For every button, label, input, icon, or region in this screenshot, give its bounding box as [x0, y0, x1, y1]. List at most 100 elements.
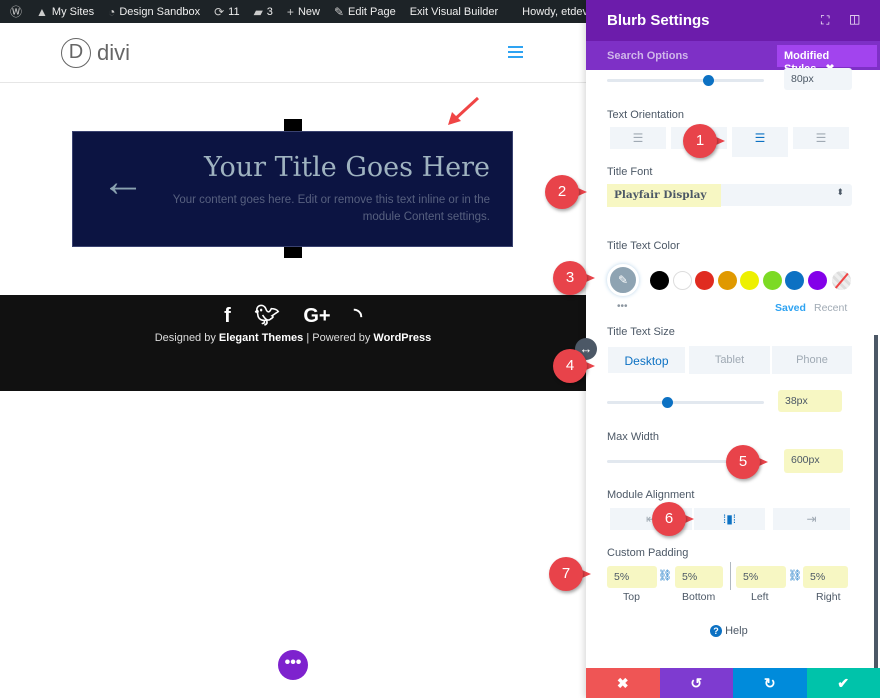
facebook-icon[interactable]: f — [224, 305, 231, 327]
my-sites-link[interactable]: ▲ My Sites — [36, 5, 98, 19]
bottom-label: Bottom — [682, 591, 716, 603]
callout-number: 5 — [726, 445, 760, 479]
align-left-button[interactable]: ☰ — [610, 127, 666, 149]
modified-styles-filter[interactable]: Modified Styles✖ — [777, 45, 877, 75]
settings-panel: Blurb Settings ⛶ ◫ Search Options Modifi… — [586, 0, 880, 698]
max-width-slider[interactable] — [607, 460, 737, 463]
twitter-icon[interactable]: 🐦︎ — [254, 305, 279, 327]
label: 3 — [266, 5, 273, 18]
padding-bottom-input[interactable]: 5% — [675, 566, 723, 588]
slider-knob[interactable] — [703, 75, 714, 86]
tablet-tab[interactable]: Tablet — [689, 346, 770, 374]
panel-subbar: Search Options Modified Styles✖ — [586, 41, 880, 75]
callout-marker: 6 — [652, 502, 694, 536]
wordpress-link[interactable]: WordPress — [373, 332, 431, 344]
link-icon[interactable]: ⛓ — [658, 569, 672, 582]
title-text-size-label: Title Text Size — [607, 326, 675, 338]
color-swatch[interactable] — [807, 271, 827, 290]
dashboard-icon: ◔ — [108, 4, 116, 19]
redo-button[interactable]: ↻ — [733, 668, 807, 698]
blurb-title: Your Title Goes Here — [204, 152, 490, 183]
elegant-themes-link[interactable]: Elegant Themes — [219, 332, 303, 344]
phone-tab[interactable]: Phone — [772, 346, 852, 374]
max-width-value[interactable]: 600px — [784, 449, 843, 473]
admin-bar: Ⓦ ▲ My Sites ◔ Design Sandbox ⟳ 11 ▰ 3 + New … — [0, 0, 628, 23]
search-options-input[interactable]: Search Options — [607, 50, 688, 62]
label: 11 — [228, 5, 240, 18]
color-swatch[interactable] — [740, 271, 759, 290]
link-icon[interactable]: ⛓ — [788, 569, 802, 582]
undo-button[interactable]: ↺ — [659, 668, 733, 698]
logo[interactable]: D — [61, 38, 91, 68]
logo-text: divi — [97, 40, 131, 65]
title-size-slider[interactable] — [607, 397, 764, 408]
rss-icon[interactable]: ◝ — [354, 305, 362, 327]
more-options-button[interactable]: ••• — [278, 650, 308, 680]
padding-left-input[interactable]: 5% — [736, 566, 786, 588]
callout-number: 2 — [545, 175, 579, 209]
callout-number: 7 — [549, 557, 583, 591]
label: Howdy, etdev — [522, 5, 588, 18]
label: Edit Page — [348, 5, 396, 18]
callout-number: 6 — [652, 502, 686, 536]
plus-icon: + — [286, 4, 294, 19]
title-size-value[interactable]: 38px — [778, 390, 842, 412]
desktop-tab[interactable]: Desktop — [607, 346, 686, 374]
comments-icon: ▰ — [253, 4, 263, 19]
select-arrows-icon: ⬍ — [836, 188, 844, 198]
title-text-color-label: Title Text Color — [607, 240, 680, 252]
blurb-module[interactable]: ← Your Title Goes Here Your content goes… — [72, 131, 513, 247]
updates-icon: ⟳ — [214, 4, 225, 19]
top-slider[interactable] — [607, 75, 764, 86]
color-swatch[interactable] — [695, 271, 714, 290]
color-swatch[interactable] — [672, 271, 692, 290]
scrollbar[interactable] — [874, 335, 878, 668]
align-justify-button[interactable]: ☰ — [793, 127, 849, 149]
no-color-swatch[interactable] — [832, 271, 851, 290]
slider-knob[interactable] — [662, 397, 673, 408]
callout-marker: 1 — [683, 124, 725, 158]
title-font-select[interactable]: Playfair Display ⬍ — [607, 184, 852, 207]
callout-marker: 7 — [549, 557, 591, 591]
help-link[interactable]: ? Help — [710, 625, 748, 637]
sidebar-toggle-icon[interactable]: ◫ — [849, 12, 860, 26]
top-slider-value[interactable]: 80px — [784, 68, 852, 90]
save-button[interactable]: ✔ — [806, 668, 880, 698]
google-plus-icon[interactable]: G+ — [303, 305, 330, 327]
comments-link[interactable]: ▰ 3 — [254, 5, 277, 19]
eyedropper-icon[interactable]: ✎ — [607, 264, 639, 296]
label: New — [297, 5, 320, 18]
padding-right-input[interactable]: 5% — [803, 566, 848, 588]
edit-page-link[interactable]: ✎ Edit Page — [334, 5, 400, 19]
recent-tab[interactable]: Recent — [814, 302, 847, 314]
saved-tab[interactable]: Saved — [775, 302, 806, 314]
updates-link[interactable]: ⟳ 11 — [214, 5, 243, 19]
blurb-content: Your content goes here. Edit or remove t… — [172, 194, 490, 223]
help-icon: ? — [710, 625, 722, 637]
text-orientation-label: Text Orientation — [607, 109, 685, 121]
color-swatch[interactable] — [650, 271, 669, 290]
callout-marker: 4 — [553, 349, 595, 383]
align-right-button[interactable]: ☰ — [732, 127, 788, 157]
design-sandbox-link[interactable]: ◔ Design Sandbox — [108, 5, 204, 19]
module-align-right-button[interactable]: ⇥ — [773, 508, 850, 530]
callout-number: 4 — [553, 349, 587, 383]
panel-header: Blurb Settings ⛶ ◫ — [586, 0, 880, 41]
module-handle-top[interactable] — [284, 119, 302, 131]
padding-top-input[interactable]: 5% — [607, 566, 657, 588]
cancel-button[interactable]: ✖ — [586, 668, 660, 698]
color-swatch[interactable] — [717, 271, 737, 290]
color-swatch[interactable] — [785, 271, 804, 290]
callout-marker: 2 — [545, 175, 587, 209]
module-align-center-button[interactable]: ⁞▮⁞ — [694, 508, 765, 530]
new-link[interactable]: + New — [287, 5, 324, 19]
wordpress-logo[interactable]: Ⓦ — [10, 3, 26, 20]
exit-visual-builder-link[interactable]: Exit Visual Builder — [410, 6, 502, 18]
social-icons: f 🐦︎ G+ ◝ — [0, 303, 586, 328]
color-swatch[interactable] — [762, 271, 782, 290]
pencil-icon: ✎ — [333, 4, 345, 19]
hamburger-menu-icon[interactable] — [508, 46, 523, 61]
fullscreen-icon[interactable]: ⛶ — [821, 13, 829, 28]
more-colors-icon[interactable]: ••• — [617, 301, 628, 312]
module-handle-bottom[interactable] — [284, 246, 302, 258]
